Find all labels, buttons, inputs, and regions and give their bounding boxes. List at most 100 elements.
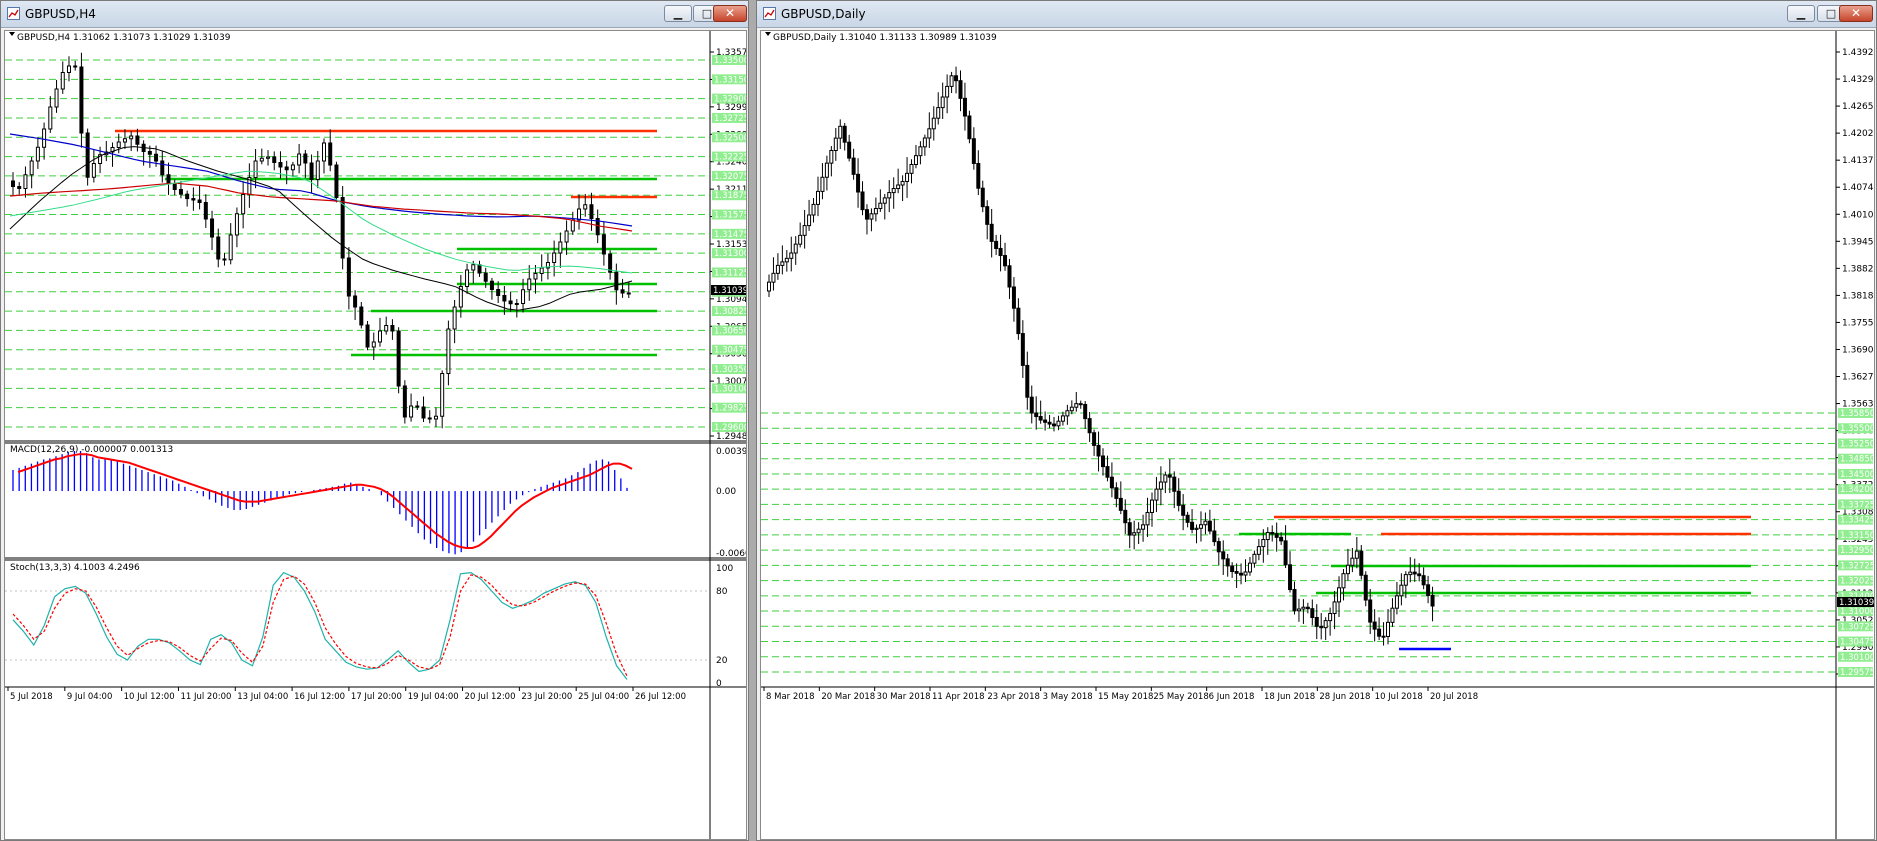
bear-candle[interactable]: [79, 66, 84, 134]
bull-candle[interactable]: [1194, 527, 1199, 530]
bear-candle[interactable]: [11, 180, 15, 187]
bear-candle[interactable]: [1230, 565, 1235, 573]
bull-candle[interactable]: [48, 106, 53, 130]
bull-candle[interactable]: [1345, 564, 1350, 575]
bull-candle[interactable]: [878, 202, 883, 209]
bear-candle[interactable]: [1052, 423, 1057, 427]
bear-candle[interactable]: [1368, 599, 1373, 623]
bull-candle[interactable]: [234, 213, 239, 236]
bear-candle[interactable]: [172, 183, 177, 190]
bear-candle[interactable]: [860, 191, 865, 211]
bear-candle[interactable]: [1123, 509, 1128, 524]
bear-candle[interactable]: [210, 218, 215, 238]
bear-candle[interactable]: [1043, 419, 1048, 423]
bear-candle[interactable]: [1377, 628, 1382, 637]
bull-candle[interactable]: [1203, 520, 1208, 526]
bull-candle[interactable]: [1394, 595, 1399, 609]
bull-candle[interactable]: [564, 230, 569, 243]
dropdown-triangle-icon[interactable]: [9, 32, 15, 36]
bear-candle[interactable]: [1007, 265, 1012, 288]
bear-candle[interactable]: [1003, 255, 1008, 267]
bull-candle[interactable]: [66, 65, 71, 73]
bull-candle[interactable]: [793, 243, 798, 254]
bear-candle[interactable]: [1426, 584, 1431, 596]
bear-candle[interactable]: [346, 257, 351, 297]
bear-candle[interactable]: [427, 417, 432, 420]
bull-candle[interactable]: [35, 146, 40, 162]
bull-candle[interactable]: [1323, 620, 1328, 629]
bull-candle[interactable]: [116, 141, 121, 148]
bear-candle[interactable]: [958, 80, 963, 99]
bull-candle[interactable]: [1265, 531, 1270, 541]
bear-candle[interactable]: [191, 198, 196, 201]
bull-candle[interactable]: [949, 75, 954, 87]
bear-candle[interactable]: [989, 223, 994, 242]
bull-candle[interactable]: [922, 137, 927, 148]
bear-candle[interactable]: [272, 156, 277, 163]
bull-candle[interactable]: [409, 405, 414, 418]
bull-candle[interactable]: [1163, 474, 1168, 483]
bear-candle[interactable]: [1288, 564, 1293, 591]
bear-candle[interactable]: [620, 289, 625, 294]
bull-candle[interactable]: [1386, 621, 1391, 637]
bear-candle[interactable]: [954, 75, 959, 82]
bull-candle[interactable]: [824, 162, 829, 178]
bear-candle[interactable]: [185, 193, 190, 200]
bear-candle[interactable]: [1310, 608, 1315, 619]
bear-candle[interactable]: [971, 138, 976, 164]
bull-candle[interactable]: [1301, 606, 1306, 610]
bear-candle[interactable]: [967, 115, 972, 140]
bull-candle[interactable]: [927, 128, 932, 139]
bear-candle[interactable]: [85, 132, 90, 178]
bull-candle[interactable]: [833, 137, 838, 151]
bear-candle[interactable]: [166, 174, 171, 185]
bull-candle[interactable]: [815, 190, 820, 205]
bull-candle[interactable]: [1399, 584, 1404, 597]
bear-candle[interactable]: [154, 153, 159, 162]
bull-candle[interactable]: [1252, 553, 1257, 564]
bull-candle[interactable]: [1350, 557, 1355, 566]
bull-candle[interactable]: [521, 289, 526, 304]
bear-candle[interactable]: [962, 97, 967, 117]
bear-candle[interactable]: [1172, 476, 1177, 492]
bear-candle[interactable]: [73, 65, 78, 68]
bull-candle[interactable]: [626, 292, 631, 295]
bear-candle[interactable]: [994, 240, 999, 249]
bull-candle[interactable]: [91, 163, 96, 178]
bull-candle[interactable]: [1261, 539, 1266, 548]
bull-candle[interactable]: [1337, 587, 1342, 603]
bear-candle[interactable]: [1078, 403, 1083, 406]
bear-candle[interactable]: [1381, 635, 1386, 638]
bull-candle[interactable]: [900, 180, 905, 186]
bull-candle[interactable]: [371, 341, 376, 348]
dropdown-triangle-icon[interactable]: [765, 32, 771, 36]
bear-candle[interactable]: [303, 153, 308, 164]
bear-candle[interactable]: [1216, 541, 1221, 553]
bull-candle[interactable]: [945, 85, 950, 98]
bear-candle[interactable]: [1314, 617, 1319, 627]
bear-candle[interactable]: [359, 306, 364, 326]
bear-candle[interactable]: [496, 289, 501, 296]
bull-candle[interactable]: [905, 172, 910, 182]
bear-candle[interactable]: [365, 324, 370, 348]
bull-candle[interactable]: [798, 234, 803, 245]
bear-candle[interactable]: [1363, 574, 1368, 601]
bear-candle[interactable]: [216, 236, 221, 260]
minimize-button[interactable]: ▁: [664, 5, 692, 22]
bear-candle[interactable]: [1083, 403, 1088, 420]
bear-candle[interactable]: [1305, 606, 1310, 610]
bull-candle[interactable]: [452, 306, 457, 330]
bear-candle[interactable]: [390, 325, 395, 332]
daily-window-titlebar[interactable]: GBPUSD,Daily ▁ □ ✕: [757, 1, 1876, 28]
bull-candle[interactable]: [514, 303, 519, 305]
bear-candle[interactable]: [1190, 521, 1195, 530]
bull-candle[interactable]: [42, 128, 47, 148]
bull-candle[interactable]: [887, 192, 892, 199]
bear-candle[interactable]: [1421, 575, 1426, 586]
bear-candle[interactable]: [980, 187, 985, 208]
bull-candle[interactable]: [1074, 403, 1079, 408]
bear-candle[interactable]: [1016, 307, 1021, 335]
bull-candle[interactable]: [931, 117, 936, 130]
bull-candle[interactable]: [1069, 406, 1074, 412]
bear-candle[interactable]: [1092, 432, 1097, 446]
